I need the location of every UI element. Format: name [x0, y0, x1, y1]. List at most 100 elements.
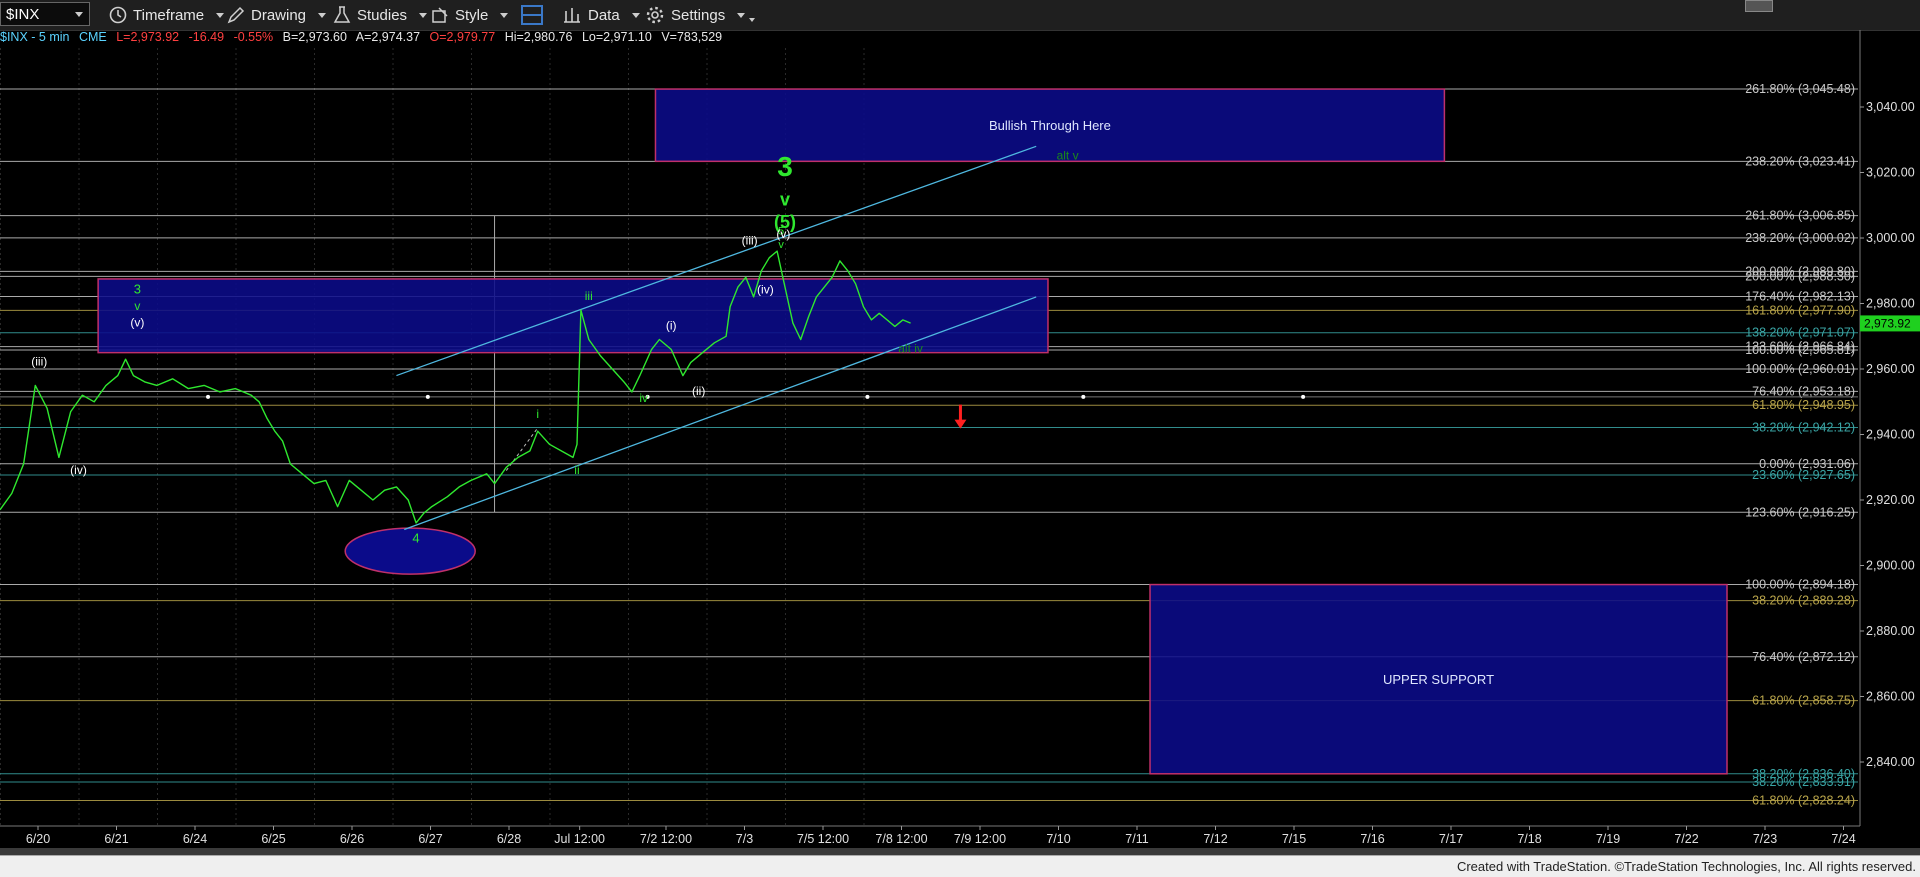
y-tick-label: 2,840.00 [1866, 755, 1915, 769]
fib-level-label: 38.20% (2,833.91) [1752, 775, 1855, 789]
level-marker-dot [425, 394, 430, 399]
x-tick-label: 7/18 [1517, 832, 1541, 846]
fib-level-label: 100.00% (2,965.81) [1745, 343, 1855, 357]
y-tick-label: 3,020.00 [1866, 166, 1915, 180]
drawing-label: Drawing [251, 6, 307, 24]
layout-icon [521, 5, 543, 25]
x-tick-label: 6/24 [183, 832, 207, 846]
y-tick-label: 2,860.00 [1866, 690, 1915, 704]
fib-level-label: 38.20% (2,942.12) [1752, 421, 1855, 435]
fib-level-label: 161.80% (2,977.90) [1745, 303, 1855, 317]
x-tick-label: 7/10 [1046, 832, 1070, 846]
settings-label: Settings [671, 6, 726, 24]
x-tick-label: 7/3 [736, 832, 753, 846]
style-label: Style [455, 6, 489, 24]
price-chart[interactable]: 261.80% (3,045.48) 238.20% (3,023.41) 261.… [0, 30, 1920, 848]
fib-level-label: 38.20% (2,889.28) [1752, 594, 1855, 608]
fib-level-label: 100.00% (2,960.01) [1745, 362, 1855, 376]
symbol-selector[interactable]: $INX [0, 2, 90, 26]
wave-label: (v) [130, 315, 144, 329]
fib-level-label: 261.80% (3,006.85) [1745, 209, 1855, 223]
drawing-menu[interactable]: Drawing [226, 0, 327, 30]
x-tick-label: 7/11 [1125, 832, 1148, 846]
fib-level-label: 61.80% (2,948.95) [1752, 398, 1855, 412]
copyright-text: Created with TradeStation. ©TradeStation… [1456, 859, 1916, 874]
window-restore-button[interactable] [1745, 0, 1773, 12]
level-marker-dot [1081, 394, 1086, 399]
pencil-icon [227, 6, 245, 24]
x-tick-label: Jul 12:00 [554, 832, 605, 846]
wave-label: (ii) [692, 384, 705, 398]
settings-menu[interactable]: Settings [645, 0, 756, 30]
last-price-label: 2,973.92 [1864, 316, 1911, 330]
footer: Created with TradeStation. ©TradeStation… [0, 855, 1920, 877]
chevron-down-icon [75, 12, 83, 17]
wave-label: 3 [134, 282, 141, 297]
wave-label: (iv) [70, 463, 87, 477]
x-tick-label: 7/22 [1674, 832, 1698, 846]
wave-label: alt v [1057, 148, 1079, 162]
y-tick-label: 2,920.00 [1866, 493, 1915, 507]
style-menu[interactable]: Style [430, 0, 509, 30]
wave-label: i [536, 407, 539, 421]
fib-level-label: 100.00% (2,894.18) [1745, 578, 1855, 592]
x-tick-label: 7/12 [1203, 832, 1227, 846]
symbol-value: $INX [6, 6, 40, 23]
x-tick-label: 7/5 12:00 [797, 832, 849, 846]
horizontal-scrollbar[interactable] [0, 848, 1920, 855]
x-tick-label: 7/16 [1360, 832, 1384, 846]
wave-label: v [134, 299, 140, 313]
layout-button[interactable] [520, 0, 544, 30]
fib-level-label: 61.80% (2,858.75) [1752, 694, 1855, 708]
chevron-down-icon [216, 12, 225, 18]
wave-label: alt iv [898, 342, 923, 356]
data-menu[interactable]: Data [562, 0, 640, 30]
target-box-label: Bullish Through Here [989, 118, 1111, 133]
studies-label: Studies [357, 6, 408, 24]
x-tick-label: 7/17 [1439, 832, 1463, 846]
overflow-chevron-icon [749, 18, 756, 22]
x-tick-label: 7/23 [1753, 832, 1777, 846]
fib-level-label: 138.20% (2,971.07) [1745, 326, 1855, 340]
fib-level-label: 123.60% (2,916.25) [1745, 505, 1855, 519]
fib-level-label: 238.20% (3,000.02) [1745, 231, 1855, 245]
wave-label: iii [585, 289, 593, 303]
x-tick-label: 7/8 12:00 [875, 832, 927, 846]
wave-label: 4 [412, 531, 419, 546]
level-marker-dot [206, 394, 211, 399]
x-tick-label: 6/21 [104, 832, 128, 846]
wave-4-target-ellipse [344, 527, 476, 575]
studies-menu[interactable]: Studies [332, 0, 428, 30]
fib-level-label: 61.80% (2,828.24) [1752, 794, 1855, 808]
fib-level-label: 176.40% (2,982.13) [1745, 290, 1855, 304]
x-tick-label: 6/25 [261, 832, 285, 846]
y-tick-label: 2,960.00 [1866, 362, 1915, 376]
flask-icon [333, 6, 351, 23]
x-tick-label: 7/15 [1282, 832, 1306, 846]
x-tick-label: 6/26 [340, 832, 364, 846]
chevron-down-icon [500, 12, 509, 18]
style-icon [432, 7, 448, 23]
y-tick-label: 2,900.00 [1866, 559, 1915, 573]
clock-icon [109, 6, 127, 24]
x-tick-label: 7/9 12:00 [954, 832, 1006, 846]
y-tick-label: 3,040.00 [1866, 100, 1915, 114]
chevron-down-icon [737, 12, 746, 18]
y-tick-label: 2,980.00 [1866, 297, 1915, 311]
y-tick-label: 2,940.00 [1866, 428, 1915, 442]
wave-label: v [780, 189, 790, 209]
wave-label: (i) [666, 319, 677, 333]
x-tick-label: 7/19 [1596, 832, 1620, 846]
level-marker-dot [865, 394, 870, 399]
x-tick-label: 6/28 [497, 832, 521, 846]
bar-chart-icon [564, 8, 580, 23]
fib-level-label: 261.80% (3,045.48) [1745, 82, 1855, 96]
y-tick-label: 3,000.00 [1866, 231, 1915, 245]
wave-label: (iv) [757, 283, 774, 297]
fib-level-label: 23.60% (2,927.65) [1752, 468, 1855, 482]
toolbar: $INX Timeframe Drawing Studies Style Dat… [0, 0, 1920, 31]
gear-icon [646, 6, 664, 24]
timeframe-label: Timeframe [133, 6, 205, 24]
timeframe-menu[interactable]: Timeframe [108, 0, 225, 30]
chevron-down-icon [631, 12, 640, 18]
